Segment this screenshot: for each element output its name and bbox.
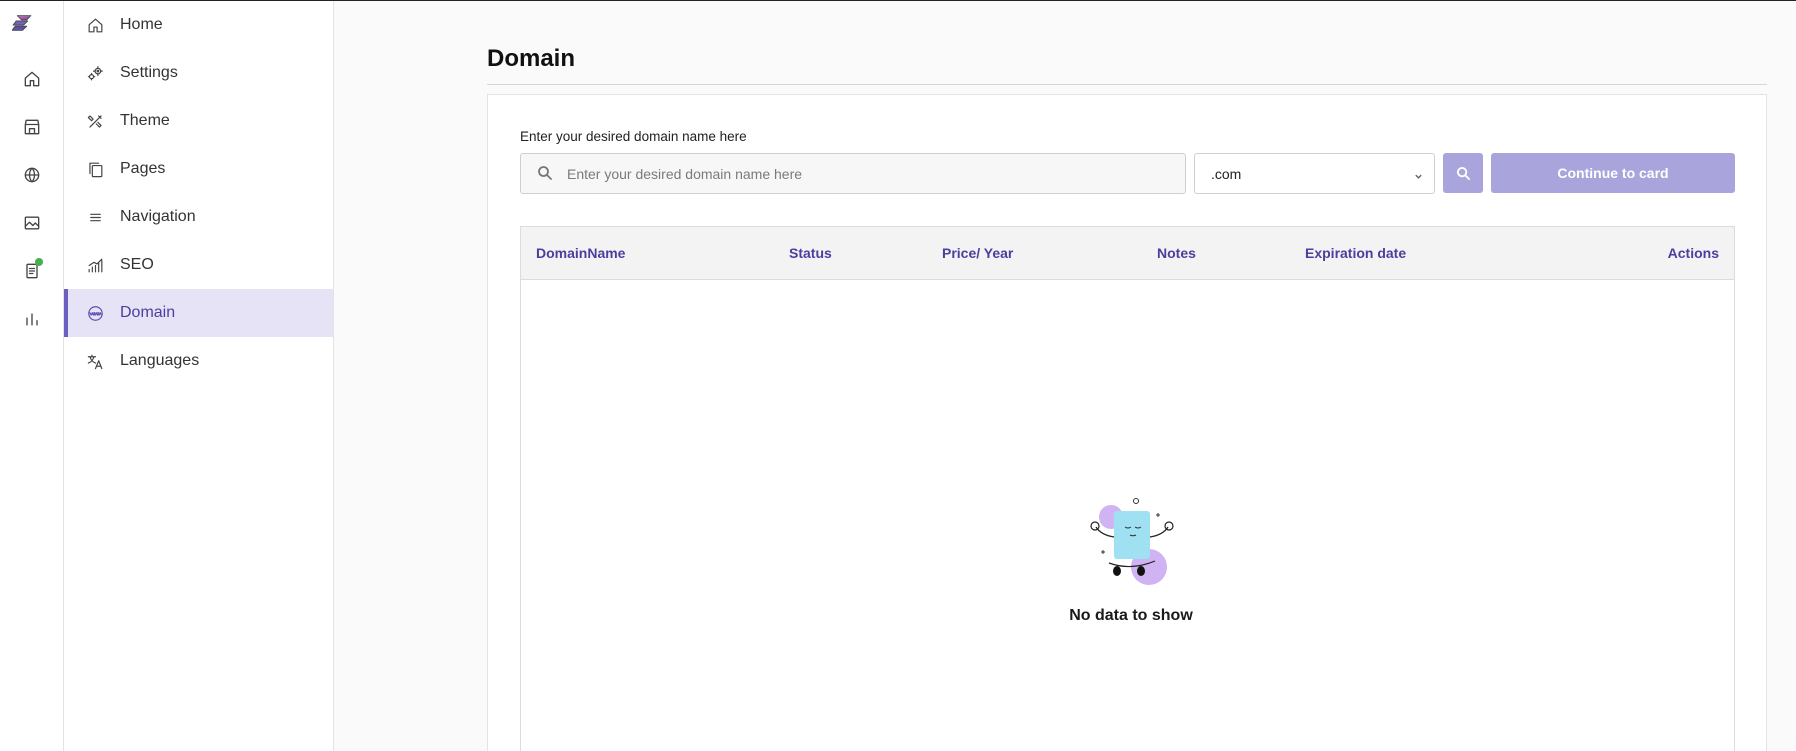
page-title: Domain <box>487 45 576 72</box>
domain-search-box <box>520 153 1186 194</box>
column-header-expiration-date[interactable]: Expiration date <box>1305 245 1406 261</box>
gears-icon <box>84 62 106 84</box>
gallery-icon[interactable] <box>20 211 44 235</box>
domain-card: Enter your desired domain name here .com… <box>487 94 1767 751</box>
column-header-price-year[interactable]: Price/ Year <box>942 245 1013 261</box>
menu-item-pages[interactable]: Pages <box>64 145 333 193</box>
column-header-status[interactable]: Status <box>789 245 832 261</box>
globe-icon[interactable] <box>20 163 44 187</box>
status-dot <box>35 258 43 266</box>
menu-item-label: Domain <box>120 304 176 321</box>
pages-icon <box>84 158 106 180</box>
menu-item-home[interactable]: Home <box>64 1 333 49</box>
menu-item-label: Navigation <box>120 208 196 225</box>
home-icon[interactable] <box>20 67 44 91</box>
app-logo[interactable] <box>11 13 50 45</box>
domains-table: DomainName Status Price/ Year Notes Expi… <box>520 226 1735 751</box>
empty-state: No data to show <box>1061 497 1201 625</box>
menu-item-theme[interactable]: Theme <box>64 97 333 145</box>
search-icon <box>1456 166 1470 180</box>
home-icon <box>84 14 106 36</box>
menu-item-seo[interactable]: SEO <box>64 241 333 289</box>
column-header-actions[interactable]: Actions <box>1668 245 1719 261</box>
www-globe-icon <box>84 302 106 324</box>
tld-select[interactable]: .com <box>1194 153 1435 194</box>
menu-item-languages[interactable]: Languages <box>64 337 333 385</box>
menu-item-label: Theme <box>120 112 170 129</box>
menu-item-label: Settings <box>120 64 178 81</box>
seo-graph-icon <box>84 254 106 276</box>
chevron-down-icon <box>1414 168 1424 179</box>
domain-search-input[interactable] <box>567 154 1167 193</box>
column-header-domain-name[interactable]: DomainName <box>536 245 625 261</box>
table-header: DomainName Status Price/ Year Notes Expi… <box>521 227 1734 280</box>
search-icon <box>537 165 555 183</box>
settings-menu: Home Settings Theme Pages Navigation SEO <box>64 1 334 751</box>
menu-item-label: SEO <box>120 256 154 273</box>
continue-to-card-button[interactable]: Continue to card <box>1491 153 1735 193</box>
hamburger-menu-icon <box>84 206 106 228</box>
store-icon[interactable] <box>20 115 44 139</box>
tld-selected-value: .com <box>1211 166 1242 182</box>
analytics-icon[interactable] <box>20 307 44 331</box>
menu-item-label: Home <box>120 16 163 33</box>
design-tools-icon <box>84 110 106 132</box>
menu-item-navigation[interactable]: Navigation <box>64 193 333 241</box>
divider <box>487 84 1767 85</box>
translate-icon <box>84 350 106 372</box>
menu-item-label: Pages <box>120 160 166 177</box>
empty-state-message: No data to show <box>1069 607 1193 624</box>
icon-rail <box>0 1 64 751</box>
domain-search-label: Enter your desired domain name here <box>520 129 747 144</box>
menu-item-settings[interactable]: Settings <box>64 49 333 97</box>
meditating-character-illustration <box>1090 498 1174 585</box>
menu-item-label: Languages <box>120 352 200 369</box>
column-header-notes[interactable]: Notes <box>1157 245 1196 261</box>
search-button[interactable] <box>1443 153 1483 193</box>
menu-item-domain[interactable]: Domain <box>64 289 333 337</box>
